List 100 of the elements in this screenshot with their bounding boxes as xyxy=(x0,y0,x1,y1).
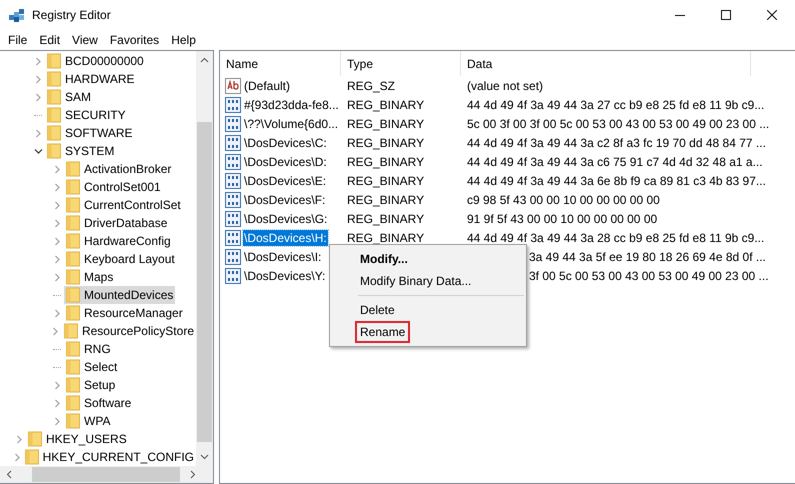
folder-icon xyxy=(66,215,80,231)
menu-item[interactable]: Edit xyxy=(33,33,66,47)
value-name[interactable]: \DosDevices\F: xyxy=(243,192,326,208)
tree-item[interactable]: Software xyxy=(64,394,134,412)
menu-item[interactable]: Modify... xyxy=(355,248,413,270)
folder-icon xyxy=(24,449,39,465)
menu-item[interactable]: Modify Binary Data... xyxy=(355,270,476,292)
menu-item[interactable]: Rename xyxy=(355,321,410,343)
folder-icon xyxy=(47,71,61,87)
folder-icon xyxy=(47,107,61,123)
value-name[interactable]: \DosDevices\C: xyxy=(243,134,328,150)
folder-icon xyxy=(66,161,80,177)
value-name[interactable]: \DosDevices\H: xyxy=(243,230,328,246)
folder-icon xyxy=(66,359,80,375)
value-name[interactable]: (Default) xyxy=(243,78,292,94)
menu-item[interactable]: File xyxy=(2,33,34,47)
value-name[interactable]: \DosDevices\G: xyxy=(243,210,328,226)
tree-item[interactable]: ResourcePolicyStore xyxy=(62,322,196,340)
expand-chevron-icon[interactable] xyxy=(34,128,42,138)
folder-icon xyxy=(66,413,80,429)
column-header[interactable]: Name xyxy=(220,51,341,76)
tree-item[interactable]: Setup xyxy=(64,376,118,394)
folder-icon xyxy=(66,251,80,267)
close-icon xyxy=(767,10,777,20)
menu-item[interactable]: Favorites xyxy=(104,33,166,47)
tree-item[interactable]: SECURITY xyxy=(45,106,128,124)
value-name[interactable]: #{93d23dda-fe8... xyxy=(243,96,340,112)
tree-item[interactable]: HardwareConfig xyxy=(64,232,173,250)
table-cell-text: 44 4d 49 4f 3a 49 44 3a 28 cc b9 e8 25 fd e8 11 9b c9... xyxy=(466,230,764,244)
binary-value-icon xyxy=(225,248,241,264)
tree-item[interactable]: HARDWARE xyxy=(45,70,137,88)
tree-item[interactable]: Select xyxy=(64,358,120,376)
menu-item[interactable]: Help xyxy=(165,33,202,47)
menu-item[interactable]: View xyxy=(66,33,104,47)
column-header[interactable]: Type xyxy=(341,51,461,76)
table-cell-text: 5c 00 3f 00 3f 00 5c 00 53 00 43 00 53 00 49 00 23 00 ... xyxy=(466,116,770,130)
table-cell-text: (value not set) xyxy=(466,78,544,92)
tree-item[interactable]: ResourceManager xyxy=(64,304,185,322)
table-cell: 3a 49 44 3a 5f ee 19 80 18 26 69 4e 8d 0f ... xyxy=(529,250,766,264)
tree-item[interactable]: DriverDatabase xyxy=(64,214,170,232)
binary-value-icon xyxy=(225,230,241,246)
folder-icon xyxy=(66,269,80,285)
binary-value-icon xyxy=(225,192,241,208)
value-name[interactable]: \DosDevices\E: xyxy=(243,172,328,188)
column-header[interactable]: Data xyxy=(461,51,751,76)
tree-item[interactable]: HKEY_USERS xyxy=(26,430,129,448)
tree-item[interactable]: HKEY_CURRENT_CONFIG xyxy=(22,448,196,466)
folder-icon xyxy=(47,89,61,105)
table-cell-text: 44 4d 49 4f 3a 49 44 3a c2 8f a3 fc 19 70 dd 48 84 77 ... xyxy=(466,136,766,150)
value-name[interactable]: \DosDevices\D: xyxy=(243,154,328,170)
table-cell-text: REG_BINARY xyxy=(346,212,426,226)
table-cell-text: REG_BINARY xyxy=(346,174,426,188)
tree-item[interactable]: Keyboard Layout xyxy=(64,250,177,268)
tree-item[interactable]: SOFTWARE xyxy=(45,124,135,142)
table-cell-text: 44 4d 49 4f 3a 49 44 3a c6 75 91 c7 4d 4d 32 48 a1 a... xyxy=(466,154,763,168)
registry-cubes-icon xyxy=(8,7,26,23)
value-name[interactable]: \??\Volume{6d0... xyxy=(243,116,340,132)
tree-item[interactable]: RNG xyxy=(64,340,113,358)
table-cell: 3f 00 5c 00 53 00 43 00 53 00 49 00 23 00 ... xyxy=(529,268,769,282)
value-name[interactable]: \DosDevices\I: xyxy=(243,248,322,264)
value-name[interactable]: \DosDevices\Y: xyxy=(243,268,326,284)
table-cell-text: REG_BINARY xyxy=(346,154,426,168)
folder-icon xyxy=(66,179,80,195)
maximize-icon xyxy=(721,10,731,20)
binary-value-icon xyxy=(225,172,241,188)
tree-item[interactable]: SYSTEM xyxy=(45,142,116,160)
binary-value-icon xyxy=(225,116,241,132)
tree-item[interactable]: ControlSet001 xyxy=(64,178,163,196)
folder-icon xyxy=(66,395,80,411)
folder-icon xyxy=(66,287,80,303)
tree-item[interactable]: CurrentControlSet xyxy=(64,196,183,214)
binary-value-icon xyxy=(225,96,241,112)
table-cell-text: REG_BINARY xyxy=(346,136,426,150)
table-cell-text: c9 98 5f 43 00 00 10 00 00 00 00 00 xyxy=(466,192,660,206)
tree-item[interactable]: WPA xyxy=(64,412,112,430)
folder-icon xyxy=(47,125,61,141)
tree-item[interactable]: SAM xyxy=(45,88,94,106)
folder-icon xyxy=(47,143,61,159)
tree-item[interactable]: BCD00000000 xyxy=(45,52,146,70)
table-cell-text: 91 9f 5f 43 00 00 10 00 00 00 00 00 xyxy=(466,212,658,226)
tree-item[interactable]: ActivationBroker xyxy=(64,160,174,178)
tree-item[interactable]: MountedDevices xyxy=(64,286,176,304)
table-cell-text: REG_SZ xyxy=(346,78,396,92)
table-cell-text: 44 4d 49 4f 3a 49 44 3a 6e 8b f9 ca 89 81 c3 4b 83 97... xyxy=(466,174,766,188)
folder-icon xyxy=(28,431,42,447)
binary-value-icon xyxy=(225,154,241,170)
table-cell-text: REG_BINARY xyxy=(346,116,426,130)
string-value-icon xyxy=(225,78,241,94)
folder-icon xyxy=(66,341,80,357)
vertical-scrollbar[interactable] xyxy=(196,51,213,466)
menu-item[interactable]: Delete xyxy=(355,299,400,321)
table-cell-text: REG_BINARY xyxy=(346,230,426,244)
binary-value-icon xyxy=(225,210,241,226)
tree-item[interactable]: Maps xyxy=(64,268,116,286)
collapse-chevron-icon[interactable] xyxy=(34,146,42,156)
folder-icon xyxy=(66,197,80,213)
table-cell-text: REG_BINARY xyxy=(346,98,426,112)
folder-icon xyxy=(47,53,61,69)
folder-icon xyxy=(66,377,80,393)
table-cell-text: REG_BINARY xyxy=(346,192,426,206)
